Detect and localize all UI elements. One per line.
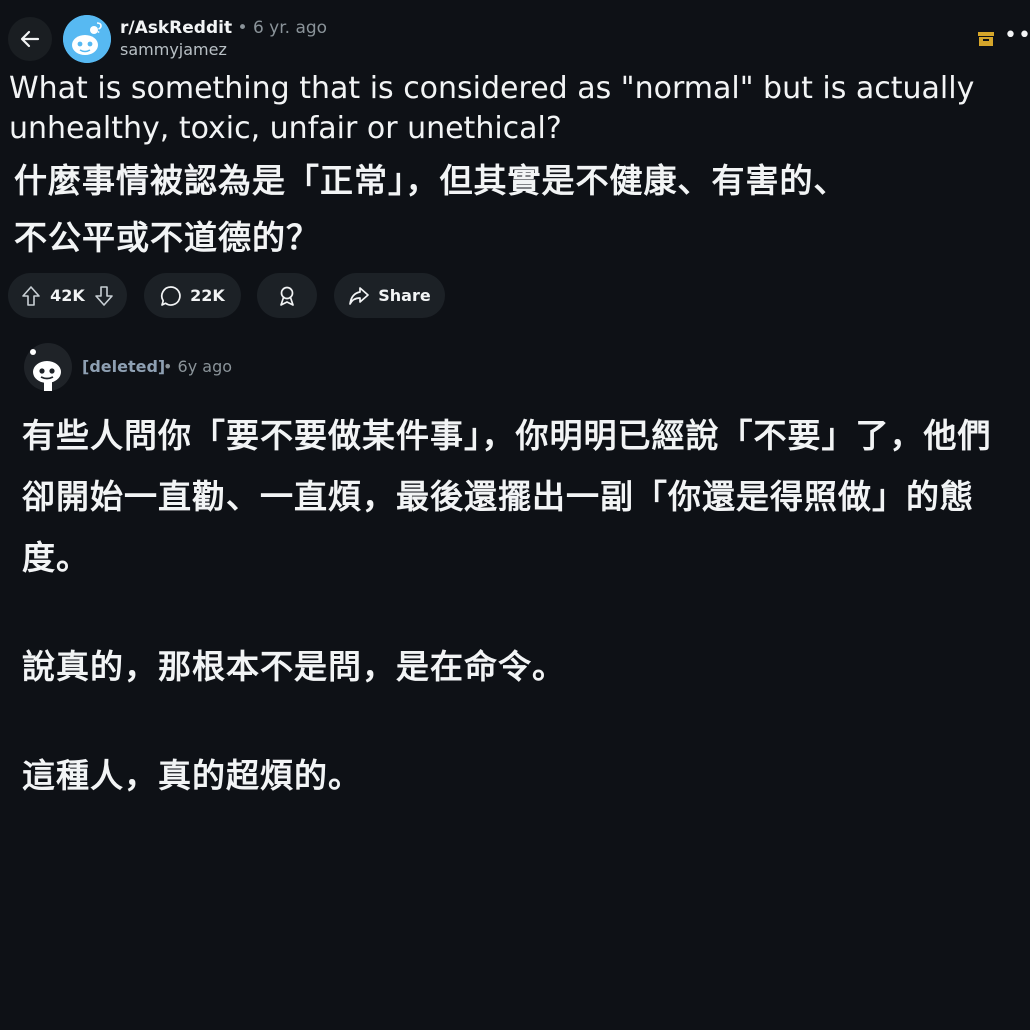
title-zh-line-2: 不公平或不道德的？ xyxy=(14,218,320,257)
arrow-down-icon[interactable] xyxy=(93,285,115,307)
post-author[interactable]: sammyjamez xyxy=(120,40,227,60)
comment-body: 有些人問你「要不要做某件事」，你明明已經說「不要」了，他們卻開始一直勸、一直煩，… xyxy=(22,405,1022,854)
subreddit-name[interactable]: r/AskReddit xyxy=(120,18,232,38)
comment-header: [deleted] • 6y ago xyxy=(0,343,1030,391)
speech-bubble-icon xyxy=(161,285,181,306)
subreddit-avatar[interactable] xyxy=(63,15,111,63)
comments-button[interactable]: 22K xyxy=(144,273,241,318)
subreddit-line: r/AskReddit • 6 yr. ago xyxy=(120,17,327,39)
share-arrow-icon xyxy=(349,286,370,305)
upvote-count: 42K xyxy=(50,286,85,305)
post-time: 6 yr. ago xyxy=(252,18,328,38)
snoo-question-icon xyxy=(63,15,111,63)
comment-paragraph: 有些人問你「要不要做某件事」，你明明已經說「不要」了，他們卻開始一直勸、一直煩，… xyxy=(22,416,992,577)
post-actions: 42K 22K Share xyxy=(0,273,1030,318)
deleted-user-avatar-icon xyxy=(24,343,72,391)
meta-separator: • xyxy=(237,18,248,38)
vote-control: 42K xyxy=(8,273,127,318)
title-zh-line-1: 什麼事情被認為是「正常」，但其實是不健康、有害的、 xyxy=(14,161,848,200)
award-icon xyxy=(280,286,294,306)
arrow-up-icon[interactable] xyxy=(20,285,42,307)
comment-count: 22K xyxy=(190,286,225,305)
comment-paragraph: 這種人，真的超煩的。 xyxy=(22,756,362,795)
comment-paragraph: 說真的，那根本不是問，是在命令。 xyxy=(22,647,566,686)
post-title-chinese: 什麼事情被認為是「正常」，但其實是不健康、有害的、 不公平或不道德的？ xyxy=(14,152,1014,266)
post-title-english: What is something that is considered as … xyxy=(9,71,975,146)
back-button[interactable] xyxy=(8,17,52,61)
share-label: Share xyxy=(378,286,431,305)
more-horizontal-icon[interactable]: ••• xyxy=(1004,23,1030,48)
share-button[interactable]: Share xyxy=(334,273,445,318)
arrow-left-icon xyxy=(20,30,40,48)
award-button[interactable] xyxy=(257,273,317,318)
comment-author: [deleted] xyxy=(82,357,166,376)
comment-time: • 6y ago xyxy=(163,357,233,376)
post-header: r/AskReddit • 6 yr. ago sammyjamez ••• xyxy=(0,0,1030,70)
archive-box-icon xyxy=(978,32,994,46)
